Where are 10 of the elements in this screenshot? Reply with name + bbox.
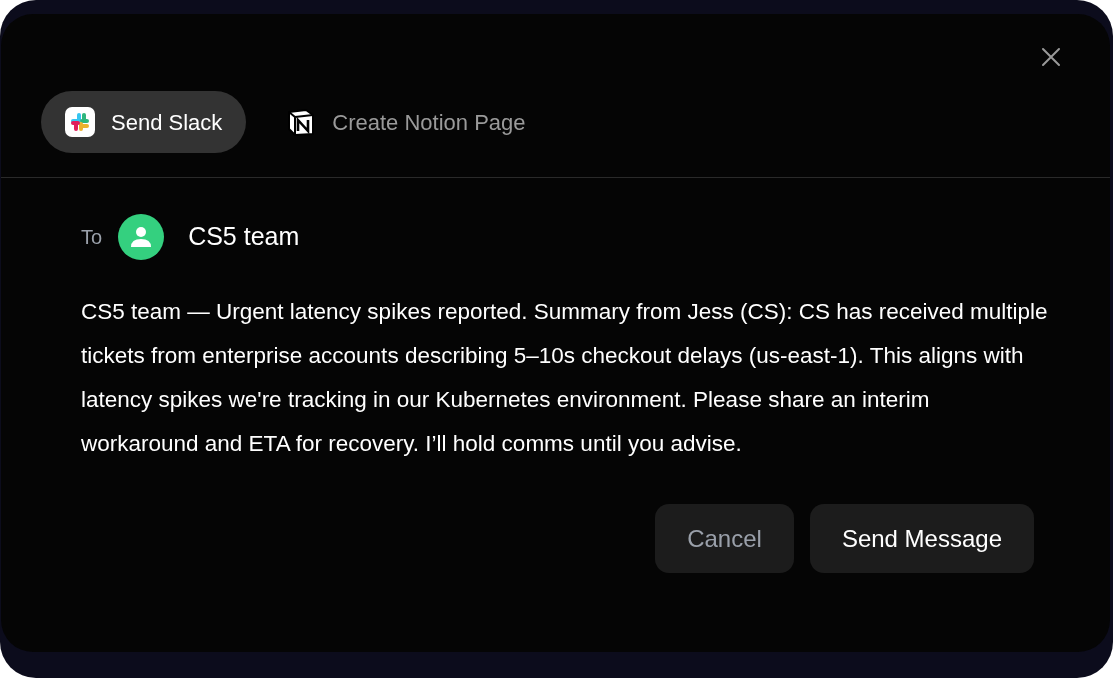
avatar-icon xyxy=(118,214,165,260)
send-button[interactable]: Send Message xyxy=(809,504,1034,573)
cancel-button[interactable]: Cancel xyxy=(655,504,794,573)
tab[interactable]: Send Slack xyxy=(41,91,247,153)
tab[interactable]: Create Notion Page xyxy=(262,91,550,153)
recipient-name: CS5 team xyxy=(188,221,300,253)
message-text: CS5 team — Urgent latency spikes reported. Summary from Jess (CS): CS has received multiple tickets from enterprise accounts describing 5–10s checkout delays (us-east-1). This aligns with latency spikes we're tracking in our Kubernetes environment. Please share an interim workaround and ETA for recovery. I’ll hold comms until you advise. xyxy=(80,298,1049,458)
to-label: To xyxy=(81,225,103,250)
close-icon[interactable] xyxy=(1040,46,1062,68)
slack-logo-icon xyxy=(65,107,95,137)
